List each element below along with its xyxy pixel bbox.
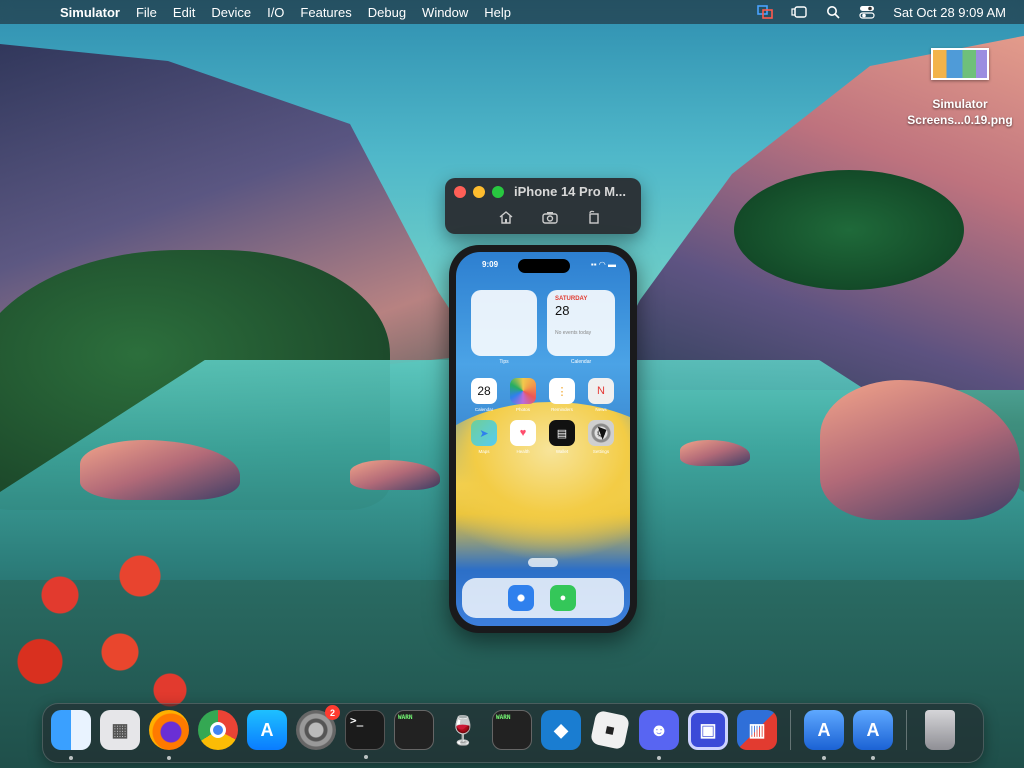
app-wallet[interactable]: ▤ Wallet [549,420,575,454]
calendar-widget[interactable]: SATURDAY 28 No events today [547,290,615,356]
simulator-window-toolbar[interactable]: iPhone 14 Pro M... [445,178,641,234]
menu-edit[interactable]: Edit [165,5,203,20]
news-icon: N [597,385,605,397]
menu-app-name[interactable]: Simulator [52,5,128,20]
app-label: Settings [592,449,610,454]
simulator-window-title: iPhone 14 Pro M... [514,184,626,199]
app-messages[interactable]: ● [550,585,576,611]
reminders-icon: ⋮ [556,385,568,398]
menu-device[interactable]: Device [203,5,259,20]
dock-frame-icon[interactable]: ▣ [688,710,728,750]
app-photos[interactable]: Photos [510,378,536,412]
dock-firefox-icon[interactable] [149,710,189,760]
dock-terminal-icon[interactable]: >_ [345,710,385,759]
app-calendar[interactable]: 28 Calendar [471,378,497,412]
calendar-icon: 28 [477,384,491,398]
dock-xcode-icon[interactable]: A [804,710,844,760]
dock-system-settings-icon[interactable]: 2 [296,705,340,750]
app-reminders[interactable]: ⋮ Reminders [549,378,575,412]
desktop-file-screenshot[interactable]: Simulator Screens...0.19.png [900,48,1020,128]
parallels-status-icon[interactable] [757,5,774,19]
dock-wine-icon[interactable]: 🍷 [443,710,483,750]
dock-chrome-icon[interactable] [198,710,238,750]
wallpaper-rock [820,380,1020,520]
messages-icon: ● [559,592,567,604]
dock-roblox-icon[interactable]: ■ [589,709,631,751]
dock-vscode-icon[interactable]: ◆ [541,710,581,750]
control-center-icon[interactable] [859,5,875,19]
menu-features[interactable]: Features [292,5,359,20]
dock-parallels-icon[interactable]: ▥ [737,710,777,750]
file-thumbnail-icon [931,48,989,80]
file-name-line2: Screens...0.19.png [907,113,1013,127]
menu-debug[interactable]: Debug [360,5,414,20]
app-news[interactable]: N News [588,378,614,412]
dock-separator [790,710,791,750]
dock-separator [906,710,907,750]
page-indicator[interactable] [528,558,558,567]
notification-badge: 2 [325,705,340,720]
dock-finder-icon[interactable] [51,710,91,760]
stage-manager-icon[interactable] [791,5,807,19]
app-maps[interactable]: ➤ Maps [471,420,497,454]
tips-widget[interactable] [471,290,537,356]
app-health[interactable]: ♥ Health [510,420,536,454]
iphone-simulator-device[interactable]: 9:09 ▪▪ ◠ ▬ Tips SATURDAY 28 No events t… [449,245,637,633]
maps-icon: ➤ [479,427,489,440]
running-indicator [69,756,73,760]
app-label: Health [516,449,530,454]
app-label: Wallet [555,449,569,454]
menubar-clock[interactable]: Sat Oct 28 9:09 AM [893,5,1006,20]
spotlight-search-icon[interactable] [825,5,841,19]
iphone-dock: ✦ ● [462,578,624,618]
dock-trash-icon[interactable] [925,710,955,750]
dock-discord-icon[interactable]: ☻ [639,710,679,760]
running-indicator [822,756,826,760]
running-indicator [657,756,661,760]
dock-console-icon[interactable]: WARN [394,710,434,750]
menu-io[interactable]: I/O [259,5,292,20]
safari-icon: ✦ [516,592,526,605]
widget-label-tips: Tips [499,359,509,365]
dock-launchpad-icon[interactable]: ▦ [100,710,140,750]
dock-app-store-icon[interactable]: A [247,710,287,750]
home-icon[interactable] [495,208,517,226]
app-safari[interactable]: ✦ [508,585,534,611]
menu-window[interactable]: Window [414,5,476,20]
widget-label-calendar: Calendar [570,359,592,365]
menu-file[interactable]: File [128,5,165,20]
file-name-line1: Simulator [932,97,988,111]
macos-dock: ▦ A 2 >_ WARN 🍷 WARN ◆ ■ ☻ ▣ ▥ A A [42,703,984,763]
dock-console-2-icon[interactable]: WARN [492,710,532,750]
calendar-widget-date: 28 [555,303,570,318]
app-label: News [595,407,607,412]
screenshot-icon[interactable] [539,208,561,226]
running-indicator [364,755,368,759]
window-controls [454,186,504,198]
app-label: Maps [478,449,490,454]
zoom-button[interactable] [492,186,504,198]
minimize-button[interactable] [473,186,485,198]
app-label: Reminders [551,407,573,412]
wallet-icon: ▤ [556,427,568,440]
close-button[interactable] [454,186,466,198]
app-label: Calendar [474,407,494,412]
wallpaper-flowers [0,538,200,728]
status-icons: ▪▪ ◠ ▬ [590,260,616,269]
status-time: 9:09 [482,260,499,269]
dock-simulator-icon[interactable]: A [853,710,893,760]
rotate-icon[interactable] [583,208,605,226]
menu-bar: Simulator File Edit Device I/O Features … [0,0,1024,24]
dynamic-island [518,259,570,273]
calendar-widget-day: SATURDAY [555,296,588,302]
running-indicator [871,756,875,760]
app-label: Photos [515,407,530,412]
menu-help[interactable]: Help [476,5,519,20]
health-icon: ♥ [519,427,527,439]
calendar-widget-events: No events today [555,330,592,336]
running-indicator [167,756,171,760]
wallpaper-tree-right [734,170,964,290]
